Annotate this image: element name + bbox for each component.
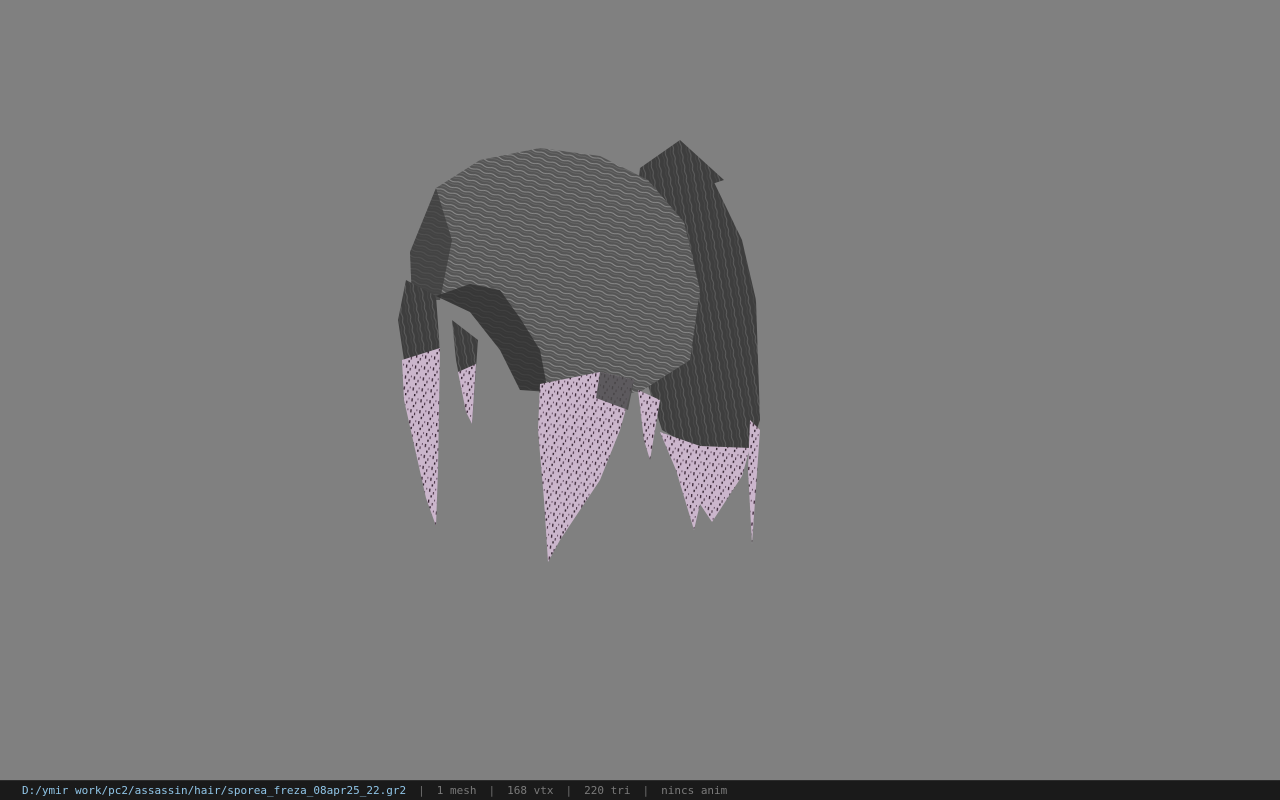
hair-lock-left-tip: [402, 348, 440, 526]
separator: |: [488, 784, 496, 797]
triangle-count: 220 tri: [584, 784, 631, 797]
hair-mesh-model[interactable]: [0, 0, 1280, 780]
mesh-count: 1 mesh: [436, 784, 477, 797]
3d-viewport[interactable]: [0, 0, 1280, 780]
hair-center-spike: [638, 390, 660, 460]
status-bar: D:/ymir work/pc2/assassin/hair/sporea_fr…: [0, 780, 1280, 800]
animation-status: nincs anim: [661, 784, 728, 797]
separator: |: [565, 784, 573, 797]
separator: |: [642, 784, 650, 797]
hair-spike-inner-tip: [458, 364, 476, 424]
file-path: D:/ymir work/pc2/assassin/hair/sporea_fr…: [22, 784, 407, 797]
vertex-count: 168 vtx: [507, 784, 554, 797]
hair-right-far-spike: [748, 420, 760, 544]
separator: |: [418, 784, 425, 797]
